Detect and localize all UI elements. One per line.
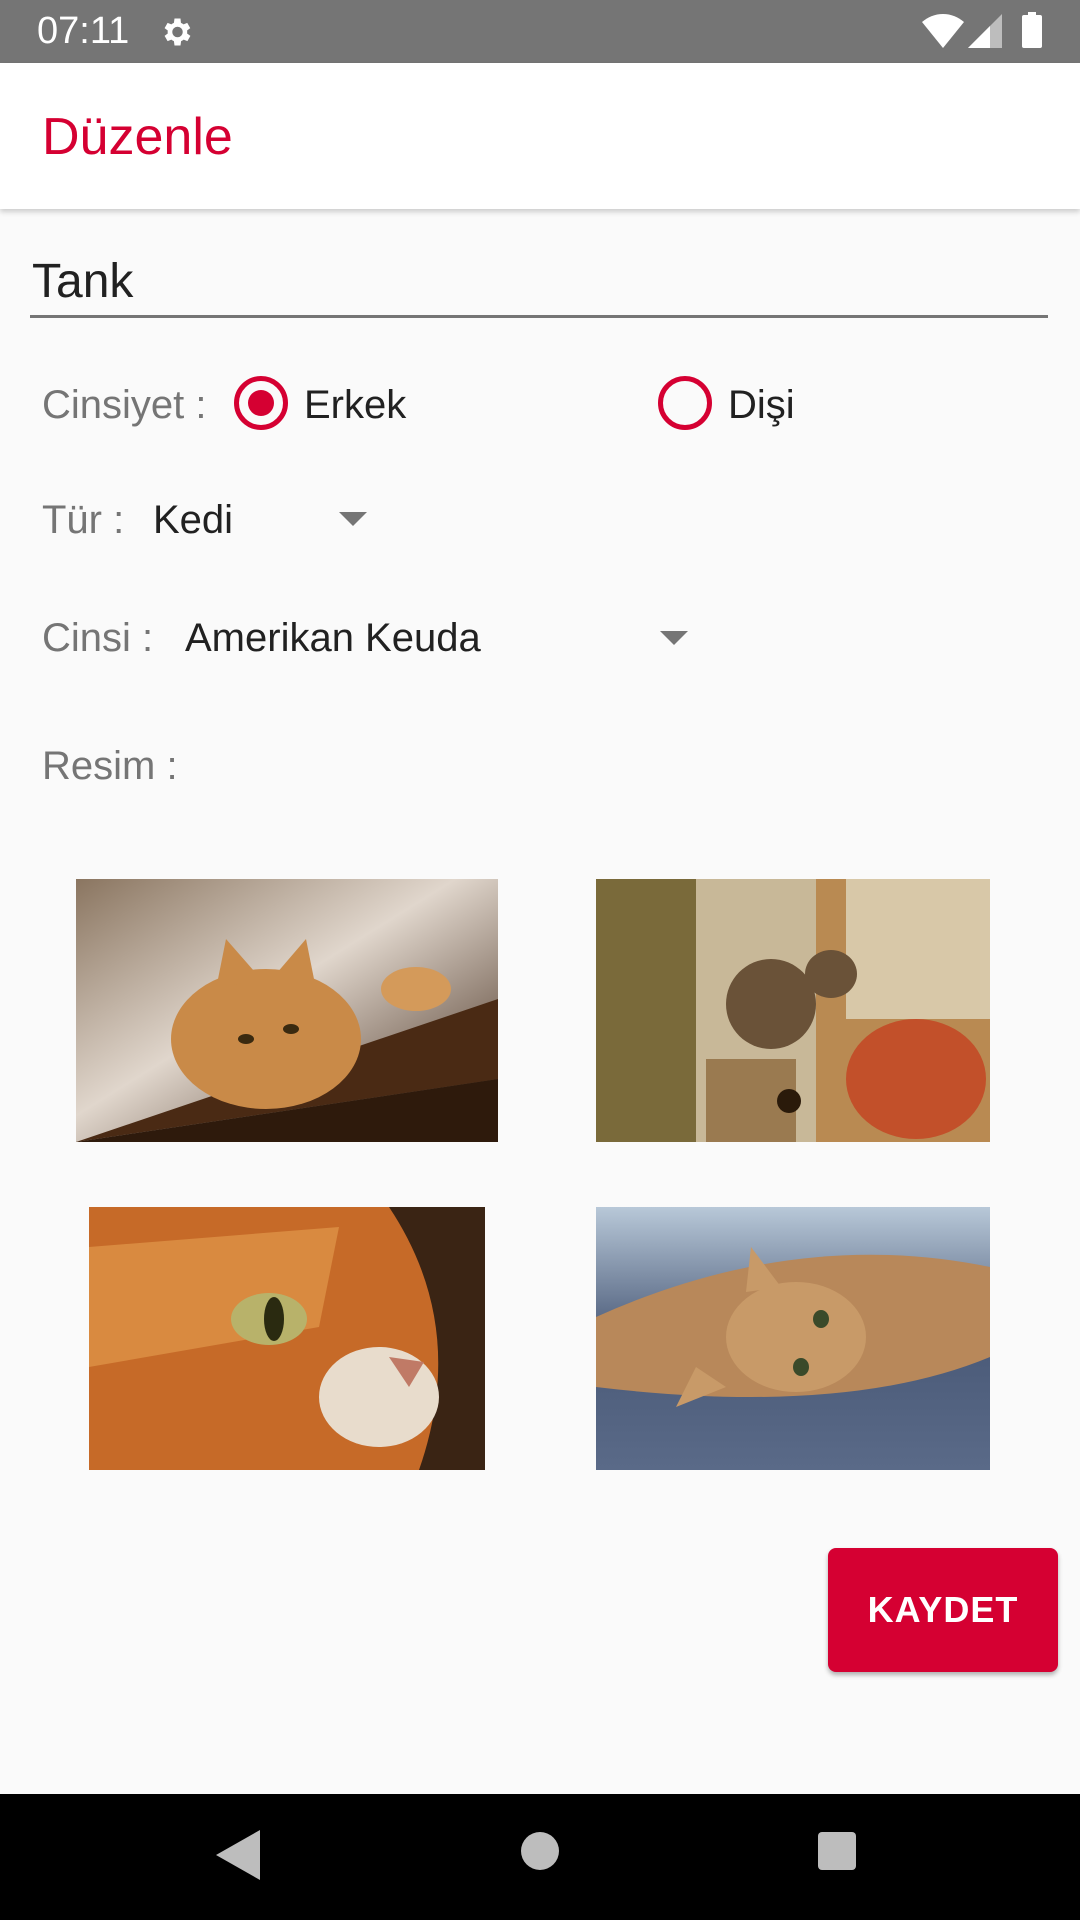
app-bar: Düzenle [0, 63, 1080, 209]
page-title: Düzenle [42, 108, 233, 166]
radio-male[interactable] [234, 376, 288, 430]
save-button[interactable]: KAYDET [828, 1548, 1058, 1672]
cat-photo-2[interactable] [596, 879, 990, 1142]
home-icon[interactable] [521, 1832, 559, 1870]
cat-photo-4-image [596, 1207, 990, 1470]
type-dropdown-arrow-icon[interactable] [339, 512, 367, 526]
radio-male-label[interactable]: Erkek [304, 381, 406, 429]
cat-photo-4[interactable] [596, 1207, 990, 1470]
cat-photo-3-image [89, 1207, 485, 1470]
signal-icon [968, 14, 1002, 48]
name-input[interactable] [30, 248, 1048, 318]
type-label: Tür : [42, 498, 125, 542]
radio-male-dot [248, 390, 274, 416]
cat-photo-1[interactable] [76, 879, 498, 1142]
type-spinner-value[interactable]: Kedi [153, 496, 233, 544]
cat-photo-3[interactable] [89, 1207, 485, 1470]
battery-icon [1022, 12, 1042, 48]
radio-female[interactable] [658, 376, 712, 430]
navigation-bar [0, 1794, 1080, 1920]
back-icon[interactable] [216, 1830, 260, 1880]
cat-photo-2-image [596, 879, 990, 1142]
status-bar: 07:11 [0, 0, 1080, 63]
breed-label: Cinsi : [42, 616, 154, 660]
breed-spinner-value[interactable]: Amerikan Keuda [185, 614, 481, 662]
cat-photo-1-image [76, 879, 498, 1142]
image-label: Resim : [42, 744, 178, 788]
radio-female-label[interactable]: Dişi [728, 381, 795, 429]
wifi-icon [922, 14, 964, 48]
gender-label: Cinsiyet : [42, 383, 207, 427]
breed-dropdown-arrow-icon[interactable] [660, 631, 688, 645]
settings-gear-icon [164, 18, 191, 46]
status-time: 07:11 [37, 10, 130, 52]
recent-apps-icon[interactable] [818, 1832, 856, 1870]
